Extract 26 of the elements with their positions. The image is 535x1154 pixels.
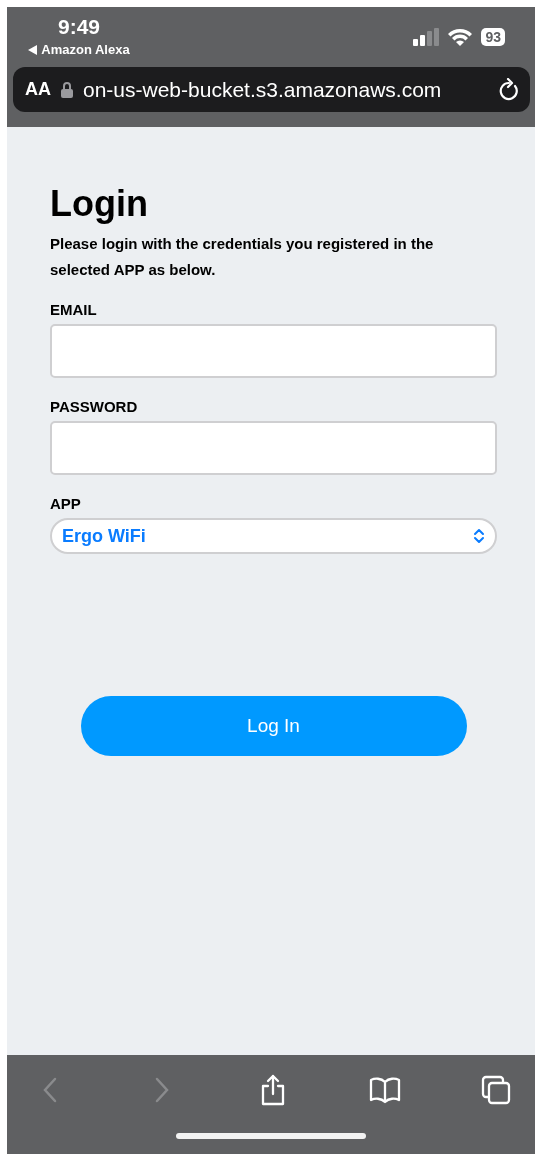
book-icon — [368, 1076, 401, 1104]
signal-icon — [413, 28, 440, 46]
back-triangle-icon — [28, 44, 38, 55]
reload-icon[interactable] — [498, 77, 520, 102]
lock-icon — [61, 81, 73, 98]
field-label: PASSWORD — [50, 398, 139, 415]
field-label: EMAIL — [50, 301, 98, 318]
forward-icon — [153, 1077, 170, 1103]
chevrons-icon — [473, 528, 485, 544]
back-to-app-link[interactable]: Amazon Alexa — [28, 42, 130, 57]
password-field[interactable] — [50, 421, 497, 475]
clock-time: 9:49 — [58, 15, 100, 39]
battery-level: 93 — [481, 28, 505, 46]
back-icon — [42, 1077, 58, 1103]
wifi-icon — [447, 27, 474, 47]
field-label: APP — [50, 495, 82, 512]
text-size-button[interactable]: AA — [25, 79, 51, 100]
address-bar[interactable]: AA on-us-web-bucket.s3.amazonaws.com — [13, 67, 530, 112]
tabs-button[interactable] — [479, 1073, 513, 1107]
share-icon — [260, 1074, 286, 1106]
page-title: Login — [50, 183, 149, 225]
app-select[interactable]: Ergo WiFi — [50, 518, 497, 554]
instructions-text: Please login with the credentials you registered in the selected APP as below. — [50, 234, 435, 280]
url-text: on-us-web-bucket.s3.amazonaws.com — [83, 77, 443, 102]
tabs-icon — [481, 1075, 511, 1105]
email-field[interactable] — [50, 324, 497, 378]
